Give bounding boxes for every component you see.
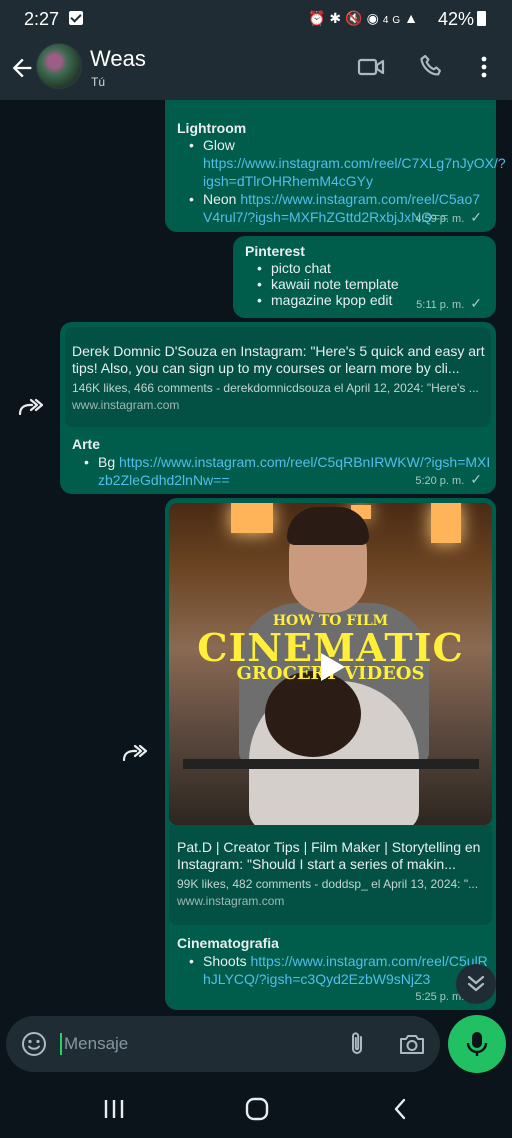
phone-call-icon[interactable] [418,53,444,79]
message-meta: 5:20 p. m. ✓ [415,471,482,488]
thumbnail-cart [183,759,479,769]
message-meta: 4:59 p. m. ✓ [415,209,482,226]
contact-name[interactable]: Weas [90,46,146,72]
check-icon: ✓ [470,209,482,225]
list-item: Glow https://www.instagram.com/reel/C7XL… [177,136,506,190]
message-composer [6,1016,440,1072]
check-icon: ✓ [470,295,482,311]
preview-title: Pat.D | Creator Tips | Film Maker | Stor… [177,839,481,872]
message-heading: Arte [72,436,101,452]
preview-url: www.instagram.com [177,894,285,908]
message-time: 5:11 p. m. [416,299,465,311]
message-bubble[interactable]: HOW TO FILM CINEMATIC GROCERY VIDEOS Pat… [165,498,496,1010]
chat-header: Weas Tú [0,36,512,100]
item-label: Shoots [203,953,251,969]
preview-description: 146K likes, 466 comments - derekdomnicds… [72,381,479,395]
back-arrow-icon[interactable] [8,54,36,82]
instagram-link[interactable]: https://www.instagram.com/reel/C7XLg7nJy… [203,155,506,189]
avatar[interactable] [36,43,82,89]
message-meta: 5:11 p. m. ✓ [416,295,482,312]
battery-percent: 42% [438,9,475,29]
system-back-icon[interactable] [392,1097,408,1121]
more-options-icon[interactable] [474,54,494,80]
thumbnail-hair [287,507,369,545]
message-time: 5:20 p. m. [415,475,465,487]
video-call-icon[interactable] [357,54,385,80]
item-label: Glow [203,137,235,153]
contact-subtitle: Tú [91,75,106,89]
preview-description: 99K likes, 482 comments - doddsp_ el Apr… [177,877,479,891]
ceiling-light [431,503,461,543]
chat-area[interactable]: Lightroom Glow https://www.instagram.com… [0,100,512,1016]
item-label: Bg [98,454,120,470]
message-heading: Pinterest [245,243,305,259]
link-preview[interactable]: Derek Domnic D'Souza en Instagram: "Here… [65,327,491,427]
notification-check-icon [69,11,83,25]
voice-message-button[interactable] [448,1015,506,1073]
item-label: Neon [203,191,241,207]
emoji-icon[interactable] [20,1030,48,1058]
list-item: picto chat [245,260,484,276]
list-item: kawaii note template [245,276,484,292]
paperclip-icon[interactable] [344,1030,370,1058]
text-caret [60,1033,62,1055]
message-list: Shoots https://www.instagram.com/reel/C5… [177,952,492,988]
system-navigation-bar [0,1076,512,1138]
preview-url: www.instagram.com [72,398,180,412]
forward-icon[interactable] [120,742,148,764]
message-bubble[interactable]: Lightroom Glow https://www.instagram.com… [165,100,506,232]
ceiling-light [231,503,273,533]
list-item: Shoots https://www.instagram.com/reel/C5… [177,952,492,988]
status-icons: ⏰✱🔇◉4G▲ [308,10,423,26]
camera-icon[interactable] [398,1031,426,1057]
message-heading: Lightroom [177,120,247,136]
recent-apps-icon[interactable] [102,1098,126,1120]
status-time: 2:27 [24,9,60,29]
message-time: 4:59 p. m. [415,213,465,225]
message-heading: Cinematografia [177,935,279,951]
message-bubble[interactable]: Pinterest picto chat kawaii note templat… [233,236,496,318]
scroll-to-bottom-button[interactable] [456,964,496,1004]
check-icon: ✓ [470,471,482,487]
play-icon[interactable] [313,649,349,685]
microphone-icon [466,1032,488,1056]
status-bar: 2:27 ⏰✱🔇◉4G▲ 42% [0,0,512,36]
message-input[interactable] [64,1032,334,1056]
double-chevron-down-icon [467,975,485,992]
network-type: 4G [382,15,405,26]
preview-title: Derek Domnic D'Souza en Instagram: "Here… [72,343,485,376]
video-thumbnail[interactable]: HOW TO FILM CINEMATIC GROCERY VIDEOS [169,503,492,825]
link-preview[interactable]: Pat.D | Creator Tips | Film Maker | Stor… [169,825,492,925]
forward-icon[interactable] [16,396,44,418]
message-bubble[interactable]: Derek Domnic D'Souza en Instagram: "Here… [60,322,496,494]
home-icon[interactable] [245,1097,269,1121]
battery-icon [477,11,486,26]
